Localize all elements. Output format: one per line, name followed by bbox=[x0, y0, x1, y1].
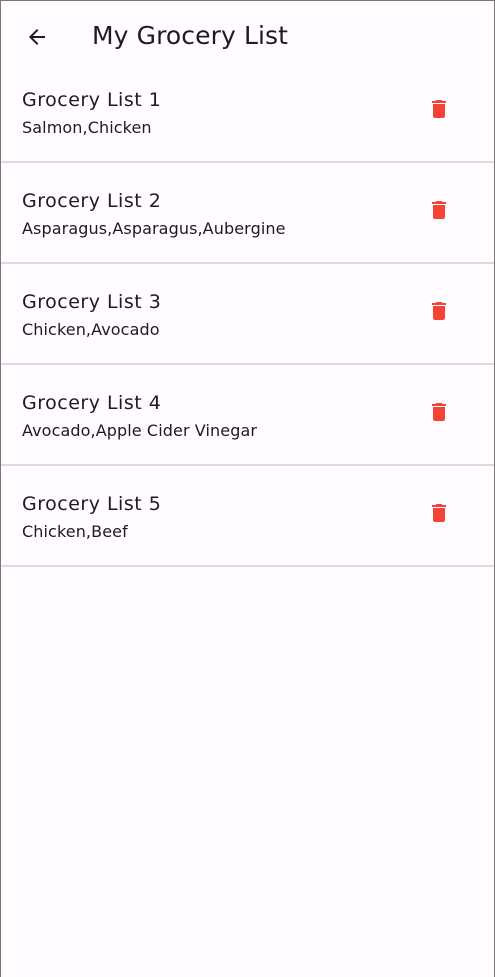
page-title: My Grocery List bbox=[92, 21, 289, 50]
list-item-title: Grocery List 4 bbox=[22, 392, 162, 414]
trash-icon bbox=[432, 504, 446, 522]
list-item-title: Grocery List 2 bbox=[22, 190, 162, 212]
list-item-title: Grocery List 3 bbox=[22, 291, 162, 313]
arrow-back-icon bbox=[29, 29, 45, 45]
grocery-list: Grocery List 1 Salmon,Chicken Grocery Li… bbox=[1, 62, 494, 567]
trash-icon bbox=[432, 201, 446, 219]
list-item-subtitle: Avocado,Apple Cider Vinegar bbox=[22, 421, 258, 440]
list-item[interactable]: Grocery List 5 Chicken,Beef bbox=[1, 466, 494, 567]
delete-button[interactable] bbox=[417, 188, 461, 232]
list-item-subtitle: Chicken,Beef bbox=[22, 522, 128, 541]
delete-button[interactable] bbox=[417, 87, 461, 131]
list-item-subtitle: Salmon,Chicken bbox=[22, 118, 152, 137]
trash-icon bbox=[432, 302, 446, 320]
list-item[interactable]: Grocery List 1 Salmon,Chicken bbox=[1, 62, 494, 163]
trash-icon bbox=[432, 403, 446, 421]
list-item[interactable]: Grocery List 3 Chicken,Avocado bbox=[1, 264, 494, 365]
list-item-title: Grocery List 5 bbox=[22, 493, 162, 515]
list-item[interactable]: Grocery List 4 Avocado,Apple Cider Vineg… bbox=[1, 365, 494, 466]
delete-button[interactable] bbox=[417, 390, 461, 434]
list-item[interactable]: Grocery List 2 Asparagus,Asparagus,Auber… bbox=[1, 163, 494, 264]
back-button[interactable] bbox=[15, 15, 59, 59]
list-item-subtitle: Chicken,Avocado bbox=[22, 320, 160, 339]
trash-icon bbox=[432, 100, 446, 118]
list-item-subtitle: Asparagus,Asparagus,Aubergine bbox=[22, 219, 286, 238]
delete-button[interactable] bbox=[417, 289, 461, 333]
list-item-title: Grocery List 1 bbox=[22, 89, 162, 111]
delete-button[interactable] bbox=[417, 491, 461, 535]
